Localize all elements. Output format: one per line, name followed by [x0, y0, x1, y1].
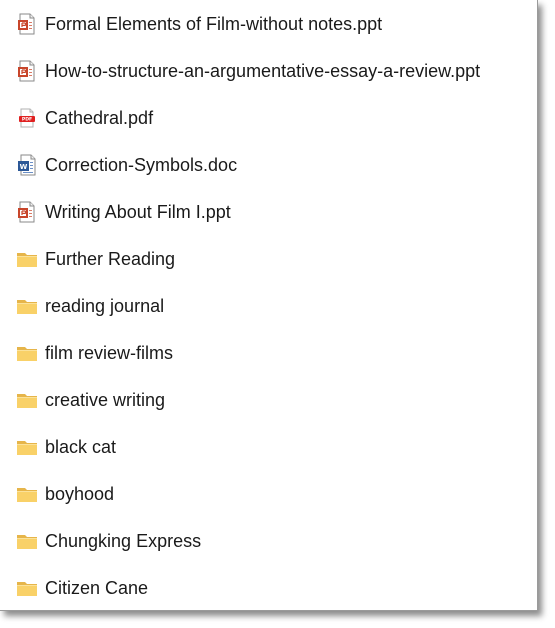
- word-file-icon: W: [15, 153, 39, 177]
- folder-icon: [15, 294, 39, 318]
- folder-icon: [15, 247, 39, 271]
- file-list-item[interactable]: W Correction-Symbols.doc: [0, 149, 537, 181]
- file-name: Formal Elements of Film-without notes.pp…: [45, 14, 383, 34]
- folder-icon: [15, 576, 39, 600]
- ppt-file-icon: [15, 200, 39, 224]
- folder-list-item[interactable]: Citizen Cane: [0, 572, 537, 604]
- pdf-badge-text: PDF: [22, 117, 32, 123]
- folder-icon: [15, 529, 39, 553]
- folder-icon: [15, 341, 39, 365]
- folder-list-item[interactable]: Further Reading: [0, 243, 537, 275]
- folder-list-item[interactable]: boyhood: [0, 478, 537, 510]
- folder-list-item[interactable]: reading journal: [0, 290, 537, 322]
- word-badge-text: W: [20, 163, 28, 171]
- folder-list-item[interactable]: film review-films: [0, 337, 537, 369]
- folder-name: film review-films: [45, 343, 173, 363]
- file-list-panel: Formal Elements of Film-without notes.pp…: [0, 0, 538, 611]
- folder-name: black cat: [45, 437, 117, 457]
- folder-icon: [15, 482, 39, 506]
- folder-name: boyhood: [45, 484, 115, 504]
- folder-name: Chungking Express: [45, 531, 202, 551]
- folder-icon: [15, 388, 39, 412]
- file-name: Cathedral.pdf: [45, 108, 154, 128]
- folder-list-item[interactable]: Chungking Express: [0, 525, 537, 557]
- folder-name: Citizen Cane: [45, 578, 149, 598]
- folder-list-item[interactable]: black cat: [0, 431, 537, 463]
- file-list-item[interactable]: PDF Cathedral.pdf: [0, 102, 537, 134]
- ppt-file-icon: [15, 59, 39, 83]
- file-name: Writing About Film I.ppt: [45, 202, 231, 222]
- file-list-item[interactable]: Formal Elements of Film-without notes.pp…: [0, 8, 537, 40]
- folder-name: Further Reading: [45, 249, 176, 269]
- folder-name: creative writing: [45, 390, 166, 410]
- file-name: How-to-structure-an-argumentative-essay-…: [45, 61, 481, 81]
- file-name: Correction-Symbols.doc: [45, 155, 238, 175]
- file-list-item[interactable]: How-to-structure-an-argumentative-essay-…: [0, 55, 537, 87]
- pdf-file-icon: PDF: [15, 106, 39, 130]
- folder-list-item[interactable]: creative writing: [0, 384, 537, 416]
- file-list-item[interactable]: Writing About Film I.ppt: [0, 196, 537, 228]
- ppt-file-icon: [15, 12, 39, 36]
- folder-name: reading journal: [45, 296, 165, 316]
- folder-icon: [15, 435, 39, 459]
